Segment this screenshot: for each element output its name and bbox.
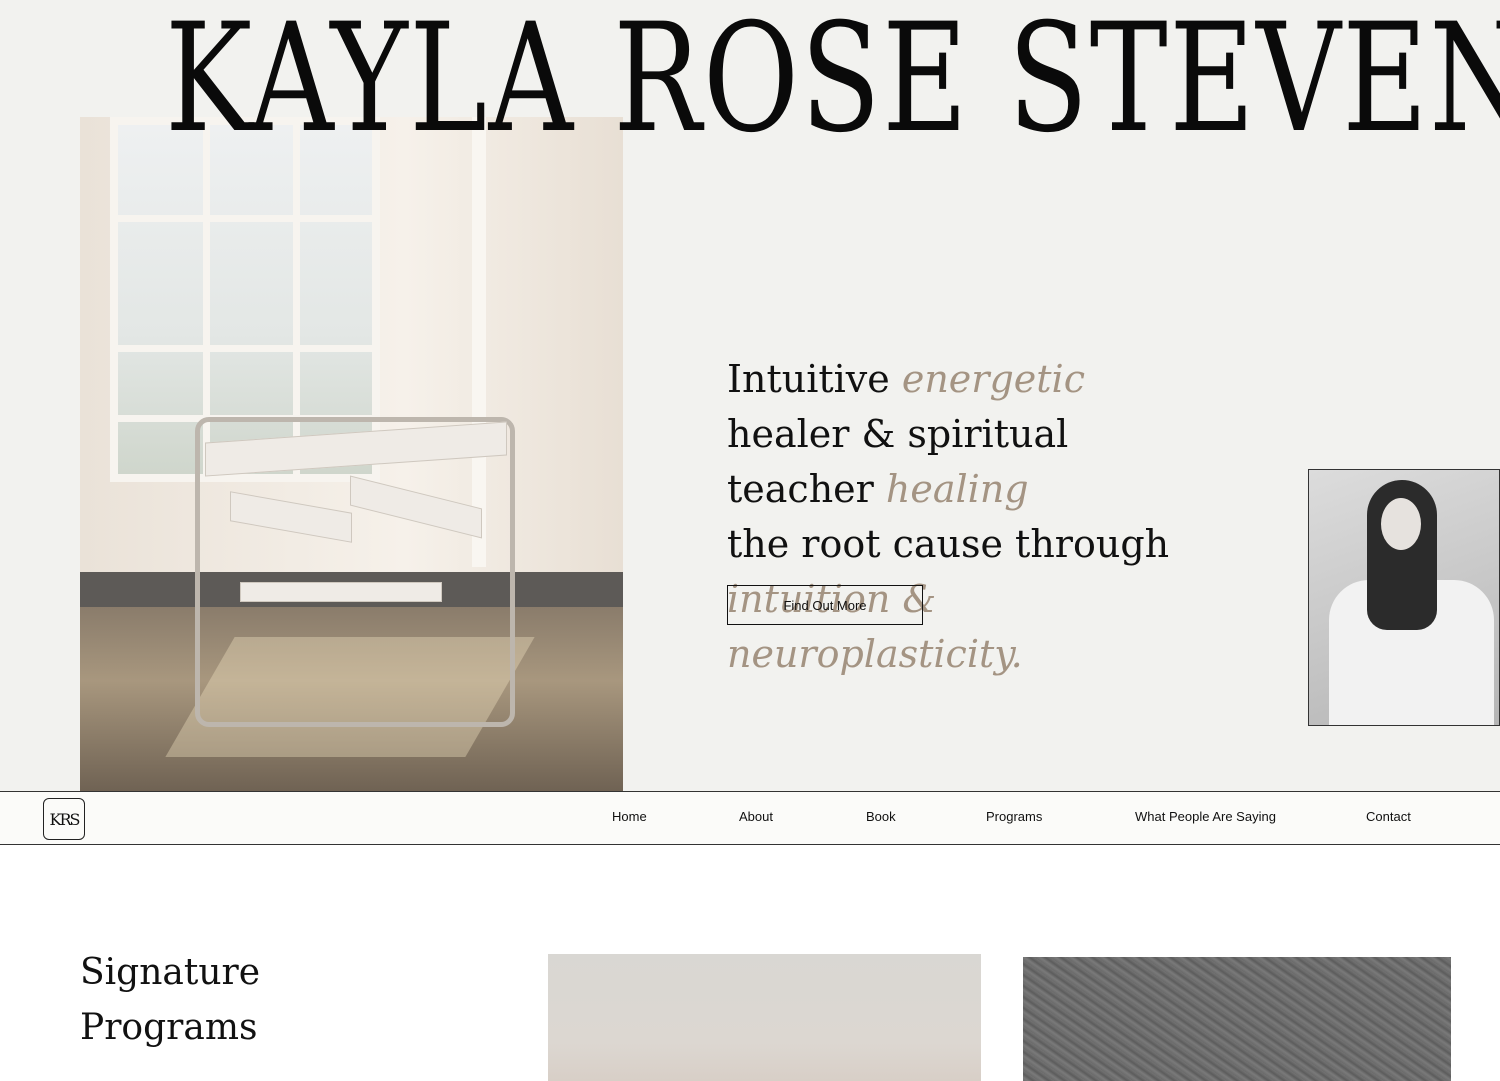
programs-title-line: Signature xyxy=(80,952,261,993)
window-mullion xyxy=(118,345,372,352)
nav-book[interactable]: Book xyxy=(866,809,896,824)
chair-strap xyxy=(350,475,482,539)
chair-strap xyxy=(240,582,442,602)
nav-testimonials[interactable]: What People Are Saying xyxy=(1135,809,1276,824)
hero-tagline: Intuitive energetic healer & spiritual t… xyxy=(727,352,1197,682)
nav-programs[interactable]: Programs xyxy=(986,809,1042,824)
nav-contact[interactable]: Contact xyxy=(1366,809,1411,824)
chair-strap xyxy=(230,491,352,543)
hero-section: KAYLA ROSE STEVENS Intuitive energetic h… xyxy=(0,0,1500,792)
tagline-emphasis: energetic xyxy=(901,357,1085,401)
window-mullion xyxy=(118,215,372,222)
tagline-text: the root cause through xyxy=(727,522,1170,566)
programs-section-title: Signature Programs xyxy=(80,945,380,1055)
chair-strap xyxy=(205,421,507,477)
portrait-photo xyxy=(1308,469,1500,726)
programs-title-line: Programs xyxy=(80,1007,258,1048)
main-navbar: KRS Home About Book Programs What People… xyxy=(0,791,1500,845)
tagline-emphasis: healing xyxy=(885,467,1029,511)
site-title: KAYLA ROSE STEVENS xyxy=(165,0,1500,166)
nav-about[interactable]: About xyxy=(739,809,773,824)
photo-chair xyxy=(195,417,515,727)
portrait-face xyxy=(1381,498,1421,550)
logo-monogram[interactable]: KRS xyxy=(43,798,85,840)
nav-home[interactable]: Home xyxy=(612,809,647,824)
tagline-text: Intuitive xyxy=(727,357,902,401)
program-image-sky[interactable] xyxy=(548,954,981,1081)
hero-chair-photo xyxy=(80,117,623,792)
find-out-more-button[interactable]: Find Out More xyxy=(727,585,923,625)
program-image-texture[interactable] xyxy=(1023,957,1451,1081)
